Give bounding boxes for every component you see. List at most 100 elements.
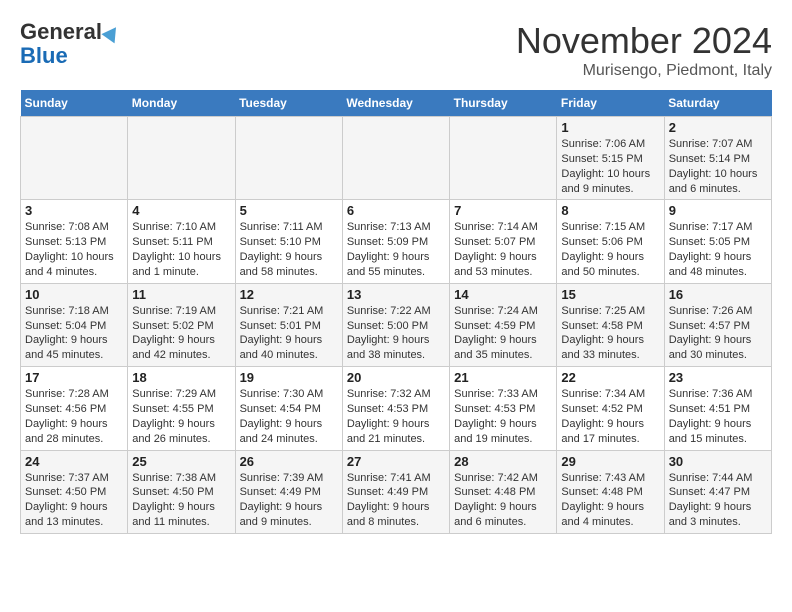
calendar-cell: 11 Sunrise: 7:19 AMSunset: 5:02 PMDayligh…	[128, 283, 235, 366]
calendar-week-4: 24 Sunrise: 7:37 AMSunset: 4:50 PMDayligh…	[21, 450, 772, 533]
day-number: 15	[561, 287, 659, 302]
day-info: Sunrise: 7:06 AMSunset: 5:15 PMDaylight:…	[561, 137, 659, 196]
day-number: 8	[561, 203, 659, 218]
day-number: 27	[347, 454, 445, 469]
calendar-cell: 7Sunrise: 7:14 AMSunset: 5:07 PMDaylight…	[450, 200, 557, 283]
day-number: 19	[240, 370, 338, 385]
calendar-week-0: 1 Sunrise: 7:06 AMSunset: 5:15 PMDaylight…	[21, 117, 772, 200]
calendar-cell: 9 Sunrise: 7:17 AMSunset: 5:05 PMDaylight…	[664, 200, 771, 283]
calendar-cell: 21 Sunrise: 7:33 AMSunset: 4:53 PMDayligh…	[450, 367, 557, 450]
calendar-cell	[21, 117, 128, 200]
day-number: 4	[132, 203, 230, 218]
day-info: Sunrise: 7:24 AMSunset: 4:59 PMDaylight:…	[454, 304, 552, 363]
day-number: 18	[132, 370, 230, 385]
header-saturday: Saturday	[664, 90, 771, 117]
header-sunday: Sunday	[21, 90, 128, 117]
page-header: General Blue November 2024 Murisengo, Pi…	[20, 20, 772, 80]
calendar-cell: 18 Sunrise: 7:29 AMSunset: 4:55 PMDayligh…	[128, 367, 235, 450]
calendar-cell	[128, 117, 235, 200]
day-info: Sunrise: 7:43 AMSunset: 4:48 PMDaylight:…	[561, 471, 659, 530]
day-number: 30	[669, 454, 767, 469]
calendar-cell: 4 Sunrise: 7:10 AMSunset: 5:11 PMDaylight…	[128, 200, 235, 283]
calendar-table: SundayMondayTuesdayWednesdayThursdayFrid…	[20, 90, 772, 534]
calendar-cell: 20 Sunrise: 7:32 AMSunset: 4:53 PMDayligh…	[342, 367, 449, 450]
calendar-header: SundayMondayTuesdayWednesdayThursdayFrid…	[21, 90, 772, 117]
calendar-cell: 16Sunrise: 7:26 AMSunset: 4:57 PMDayligh…	[664, 283, 771, 366]
logo: General Blue	[20, 20, 120, 68]
month-title: November 2024	[516, 20, 772, 62]
day-number: 14	[454, 287, 552, 302]
day-number: 5	[240, 203, 338, 218]
day-number: 28	[454, 454, 552, 469]
day-number: 2	[669, 120, 767, 135]
calendar-cell: 3Sunrise: 7:08 AMSunset: 5:13 PMDaylight…	[21, 200, 128, 283]
calendar-body: 1 Sunrise: 7:06 AMSunset: 5:15 PMDaylight…	[21, 117, 772, 534]
calendar-cell	[342, 117, 449, 200]
day-info: Sunrise: 7:28 AMSunset: 4:56 PMDaylight:…	[25, 387, 123, 446]
day-info: Sunrise: 7:29 AMSunset: 4:55 PMDaylight:…	[132, 387, 230, 446]
header-tuesday: Tuesday	[235, 90, 342, 117]
day-number: 16	[669, 287, 767, 302]
header-wednesday: Wednesday	[342, 90, 449, 117]
day-number: 6	[347, 203, 445, 218]
day-info: Sunrise: 7:18 AMSunset: 5:04 PMDaylight:…	[25, 304, 123, 363]
calendar-cell: 17 Sunrise: 7:28 AMSunset: 4:56 PMDayligh…	[21, 367, 128, 450]
day-number: 1	[561, 120, 659, 135]
calendar-cell: 19 Sunrise: 7:30 AMSunset: 4:54 PMDayligh…	[235, 367, 342, 450]
calendar-week-2: 10 Sunrise: 7:18 AMSunset: 5:04 PMDayligh…	[21, 283, 772, 366]
logo-text-line2: Blue	[20, 44, 68, 68]
calendar-cell: 13Sunrise: 7:22 AMSunset: 5:00 PMDayligh…	[342, 283, 449, 366]
day-info: Sunrise: 7:19 AMSunset: 5:02 PMDaylight:…	[132, 304, 230, 363]
calendar-cell: 28Sunrise: 7:42 AMSunset: 4:48 PMDayligh…	[450, 450, 557, 533]
day-info: Sunrise: 7:34 AMSunset: 4:52 PMDaylight:…	[561, 387, 659, 446]
day-number: 20	[347, 370, 445, 385]
day-info: Sunrise: 7:39 AMSunset: 4:49 PMDaylight:…	[240, 471, 338, 530]
day-number: 29	[561, 454, 659, 469]
day-number: 12	[240, 287, 338, 302]
location: Murisengo, Piedmont, Italy	[516, 62, 772, 80]
day-number: 26	[240, 454, 338, 469]
day-info: Sunrise: 7:37 AMSunset: 4:50 PMDaylight:…	[25, 471, 123, 530]
logo-text-line1: General	[20, 20, 120, 44]
calendar-cell: 5 Sunrise: 7:11 AMSunset: 5:10 PMDaylight…	[235, 200, 342, 283]
calendar-cell: 25 Sunrise: 7:38 AMSunset: 4:50 PMDayligh…	[128, 450, 235, 533]
day-number: 11	[132, 287, 230, 302]
day-info: Sunrise: 7:11 AMSunset: 5:10 PMDaylight:…	[240, 220, 338, 279]
day-info: Sunrise: 7:13 AMSunset: 5:09 PMDaylight:…	[347, 220, 445, 279]
day-number: 21	[454, 370, 552, 385]
day-number: 25	[132, 454, 230, 469]
calendar-cell: 15 Sunrise: 7:25 AMSunset: 4:58 PMDayligh…	[557, 283, 664, 366]
day-number: 17	[25, 370, 123, 385]
day-info: Sunrise: 7:36 AMSunset: 4:51 PMDaylight:…	[669, 387, 767, 446]
calendar-cell: 14 Sunrise: 7:24 AMSunset: 4:59 PMDayligh…	[450, 283, 557, 366]
day-number: 10	[25, 287, 123, 302]
day-info: Sunrise: 7:08 AMSunset: 5:13 PMDaylight:…	[25, 220, 123, 279]
day-info: Sunrise: 7:38 AMSunset: 4:50 PMDaylight:…	[132, 471, 230, 530]
day-info: Sunrise: 7:33 AMSunset: 4:53 PMDaylight:…	[454, 387, 552, 446]
day-number: 23	[669, 370, 767, 385]
calendar-week-1: 3Sunrise: 7:08 AMSunset: 5:13 PMDaylight…	[21, 200, 772, 283]
calendar-cell: 1 Sunrise: 7:06 AMSunset: 5:15 PMDaylight…	[557, 117, 664, 200]
day-number: 24	[25, 454, 123, 469]
day-info: Sunrise: 7:32 AMSunset: 4:53 PMDaylight:…	[347, 387, 445, 446]
day-info: Sunrise: 7:22 AMSunset: 5:00 PMDaylight:…	[347, 304, 445, 363]
calendar-cell	[450, 117, 557, 200]
day-info: Sunrise: 7:15 AMSunset: 5:06 PMDaylight:…	[561, 220, 659, 279]
day-info: Sunrise: 7:41 AMSunset: 4:49 PMDaylight:…	[347, 471, 445, 530]
day-info: Sunrise: 7:30 AMSunset: 4:54 PMDaylight:…	[240, 387, 338, 446]
day-info: Sunrise: 7:10 AMSunset: 5:11 PMDaylight:…	[132, 220, 230, 279]
calendar-cell: 8 Sunrise: 7:15 AMSunset: 5:06 PMDaylight…	[557, 200, 664, 283]
calendar-week-3: 17 Sunrise: 7:28 AMSunset: 4:56 PMDayligh…	[21, 367, 772, 450]
calendar-cell: 22Sunrise: 7:34 AMSunset: 4:52 PMDayligh…	[557, 367, 664, 450]
calendar-cell: 29 Sunrise: 7:43 AMSunset: 4:48 PMDayligh…	[557, 450, 664, 533]
calendar-cell: 10 Sunrise: 7:18 AMSunset: 5:04 PMDayligh…	[21, 283, 128, 366]
calendar-cell: 23 Sunrise: 7:36 AMSunset: 4:51 PMDayligh…	[664, 367, 771, 450]
calendar-cell: 30Sunrise: 7:44 AMSunset: 4:47 PMDayligh…	[664, 450, 771, 533]
header-monday: Monday	[128, 90, 235, 117]
calendar-cell: 12 Sunrise: 7:21 AMSunset: 5:01 PMDayligh…	[235, 283, 342, 366]
day-info: Sunrise: 7:25 AMSunset: 4:58 PMDaylight:…	[561, 304, 659, 363]
calendar-cell: 6 Sunrise: 7:13 AMSunset: 5:09 PMDaylight…	[342, 200, 449, 283]
day-number: 9	[669, 203, 767, 218]
day-info: Sunrise: 7:21 AMSunset: 5:01 PMDaylight:…	[240, 304, 338, 363]
day-info: Sunrise: 7:17 AMSunset: 5:05 PMDaylight:…	[669, 220, 767, 279]
